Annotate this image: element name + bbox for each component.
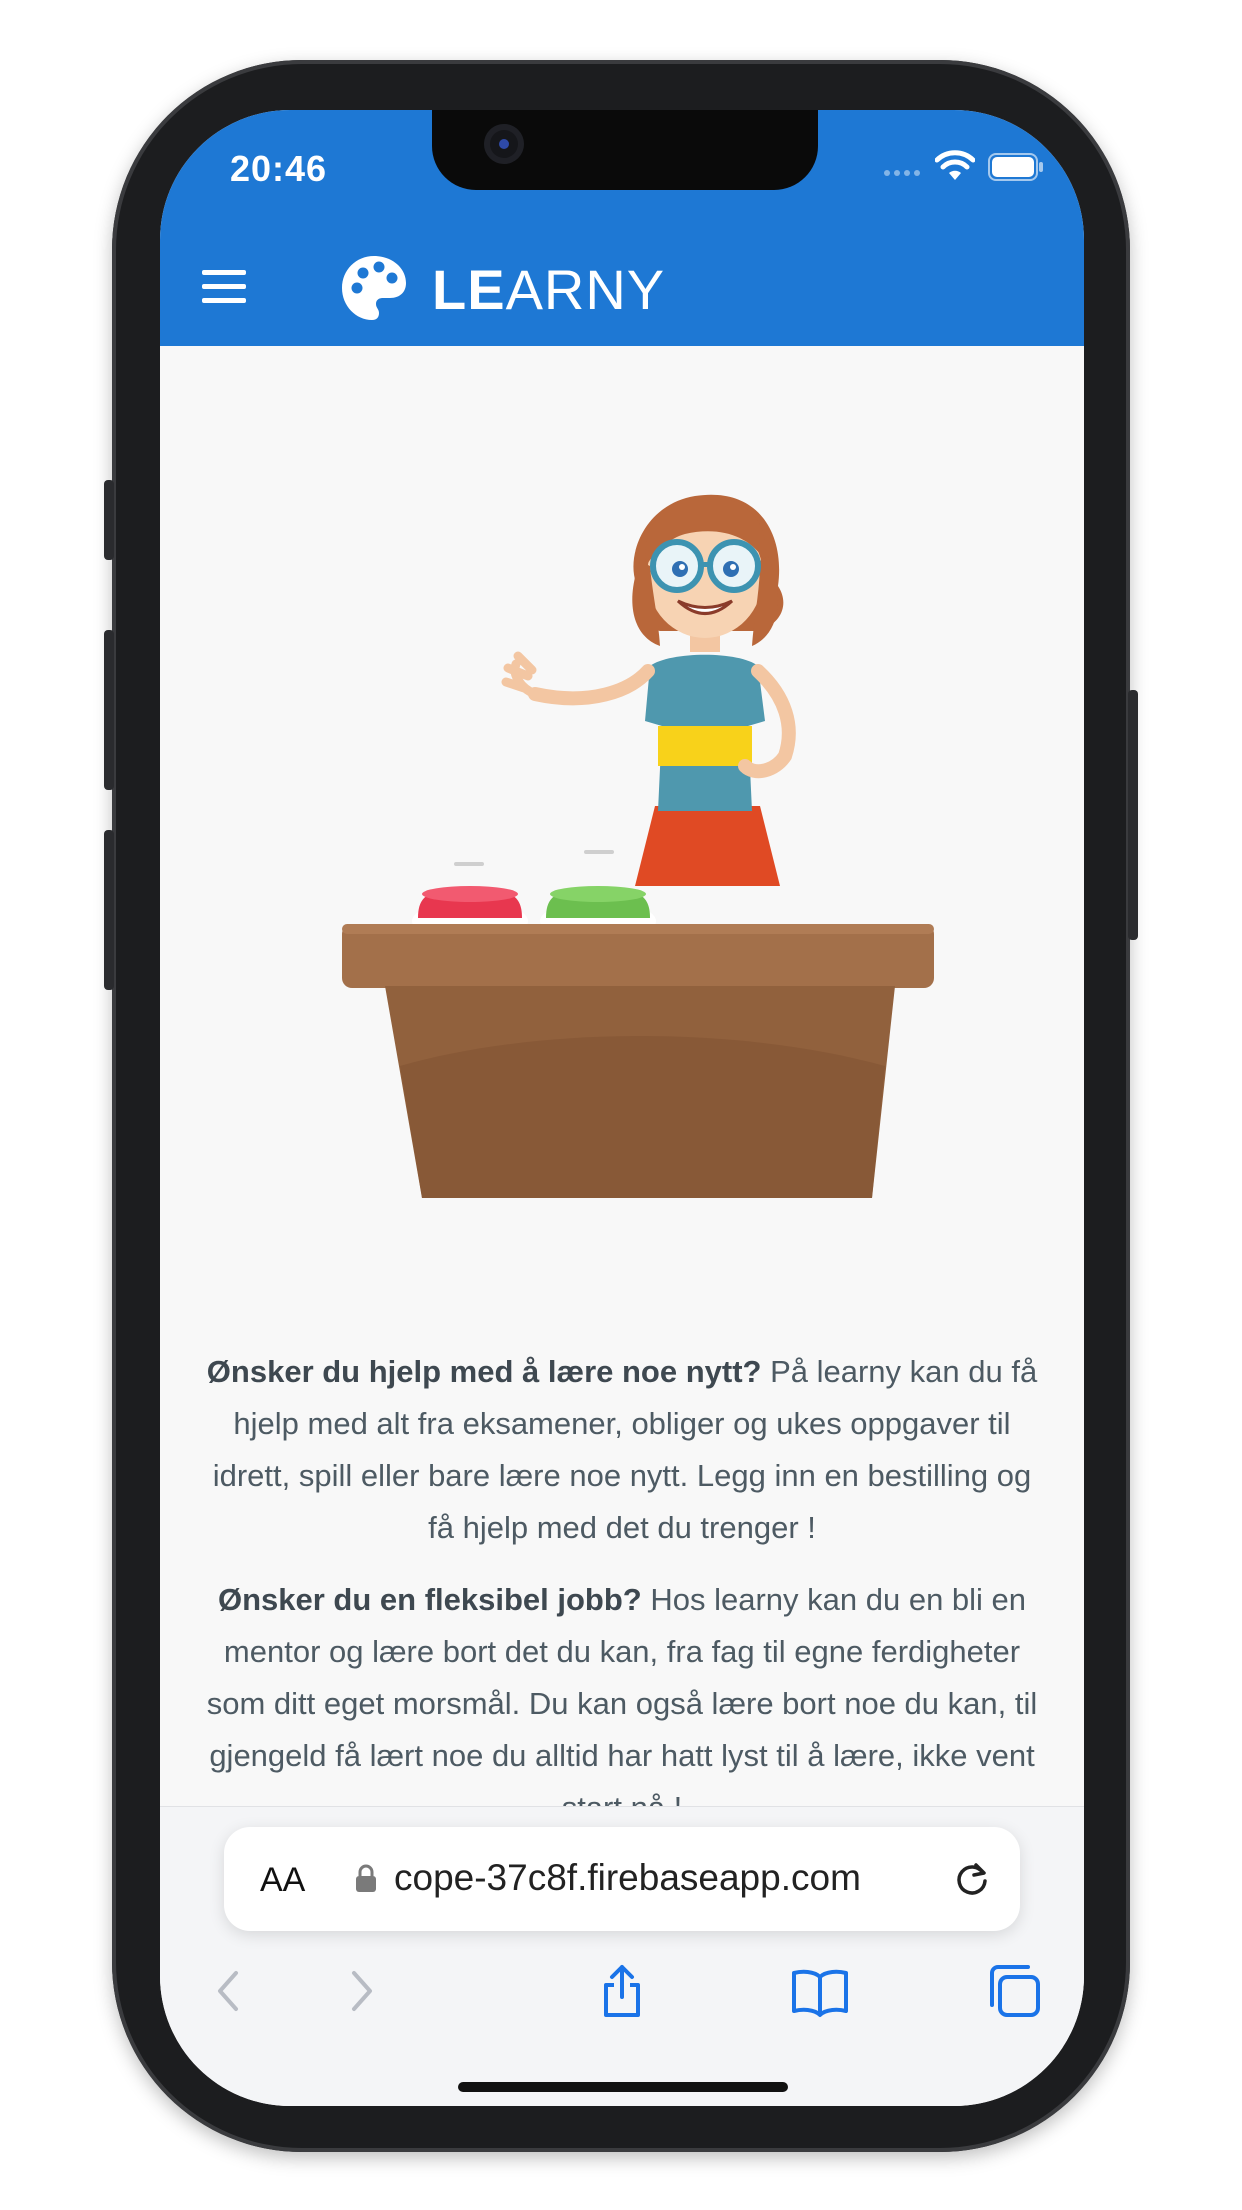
page-content: Ønsker du hjelp med å lære noe nytt? På … bbox=[160, 346, 1084, 1806]
status-bar: 20:46 bbox=[160, 110, 1084, 230]
brand-logo[interactable]: LEARNY bbox=[432, 258, 665, 322]
url-text[interactable]: cope-37c8f.firebaseapp.com bbox=[394, 1857, 861, 1899]
paragraph-help: Ønsker du hjelp med å lære noe nytt? På … bbox=[196, 1346, 1048, 1554]
bookmarks-icon[interactable] bbox=[790, 1961, 850, 2021]
cellular-signal-icon bbox=[884, 170, 924, 180]
paragraph-job: Ønsker du en fleksibel jobb? Hos learny … bbox=[196, 1574, 1048, 1806]
teacher-illustration bbox=[342, 494, 934, 1198]
status-time: 20:46 bbox=[230, 148, 328, 189]
front-camera bbox=[484, 124, 524, 164]
reload-icon[interactable] bbox=[950, 1857, 994, 1901]
share-icon[interactable] bbox=[592, 1961, 652, 2021]
phone-power-button bbox=[1128, 690, 1138, 940]
brand-bold: LE bbox=[432, 258, 506, 321]
home-indicator[interactable] bbox=[458, 2082, 788, 2092]
notch bbox=[432, 110, 818, 190]
hamburger-icon[interactable] bbox=[202, 264, 248, 310]
lock-icon bbox=[356, 1864, 376, 1892]
phone-volume-up bbox=[104, 630, 114, 790]
text-size-button[interactable]: AA bbox=[260, 1861, 305, 1900]
battery-icon bbox=[988, 153, 1043, 181]
back-icon[interactable] bbox=[200, 1961, 260, 2021]
brand-rest: ARNY bbox=[505, 258, 666, 321]
tabs-icon[interactable] bbox=[984, 1961, 1044, 2021]
paragraph-job-heading: Ønsker du en fleksibel jobb? bbox=[217, 1582, 642, 1617]
palette-icon bbox=[342, 256, 406, 320]
paragraph-help-heading: Ønsker du hjelp med å lære noe nytt? bbox=[206, 1354, 762, 1389]
app-bar: LEARNY bbox=[160, 230, 1084, 346]
browser-toolbar: AA cope-37c8f.firebaseapp.com bbox=[160, 1806, 1084, 2106]
forward-icon[interactable] bbox=[330, 1961, 390, 2021]
phone-volume-down bbox=[104, 830, 114, 990]
address-bar[interactable]: AA cope-37c8f.firebaseapp.com bbox=[224, 1827, 1020, 1931]
phone-side-button bbox=[104, 480, 114, 560]
browser-nav-icons bbox=[160, 1961, 1084, 2041]
wifi-icon bbox=[935, 150, 975, 180]
screen: 20:46 LEARNY Ønsker du hjelp med å lære … bbox=[160, 110, 1084, 2106]
